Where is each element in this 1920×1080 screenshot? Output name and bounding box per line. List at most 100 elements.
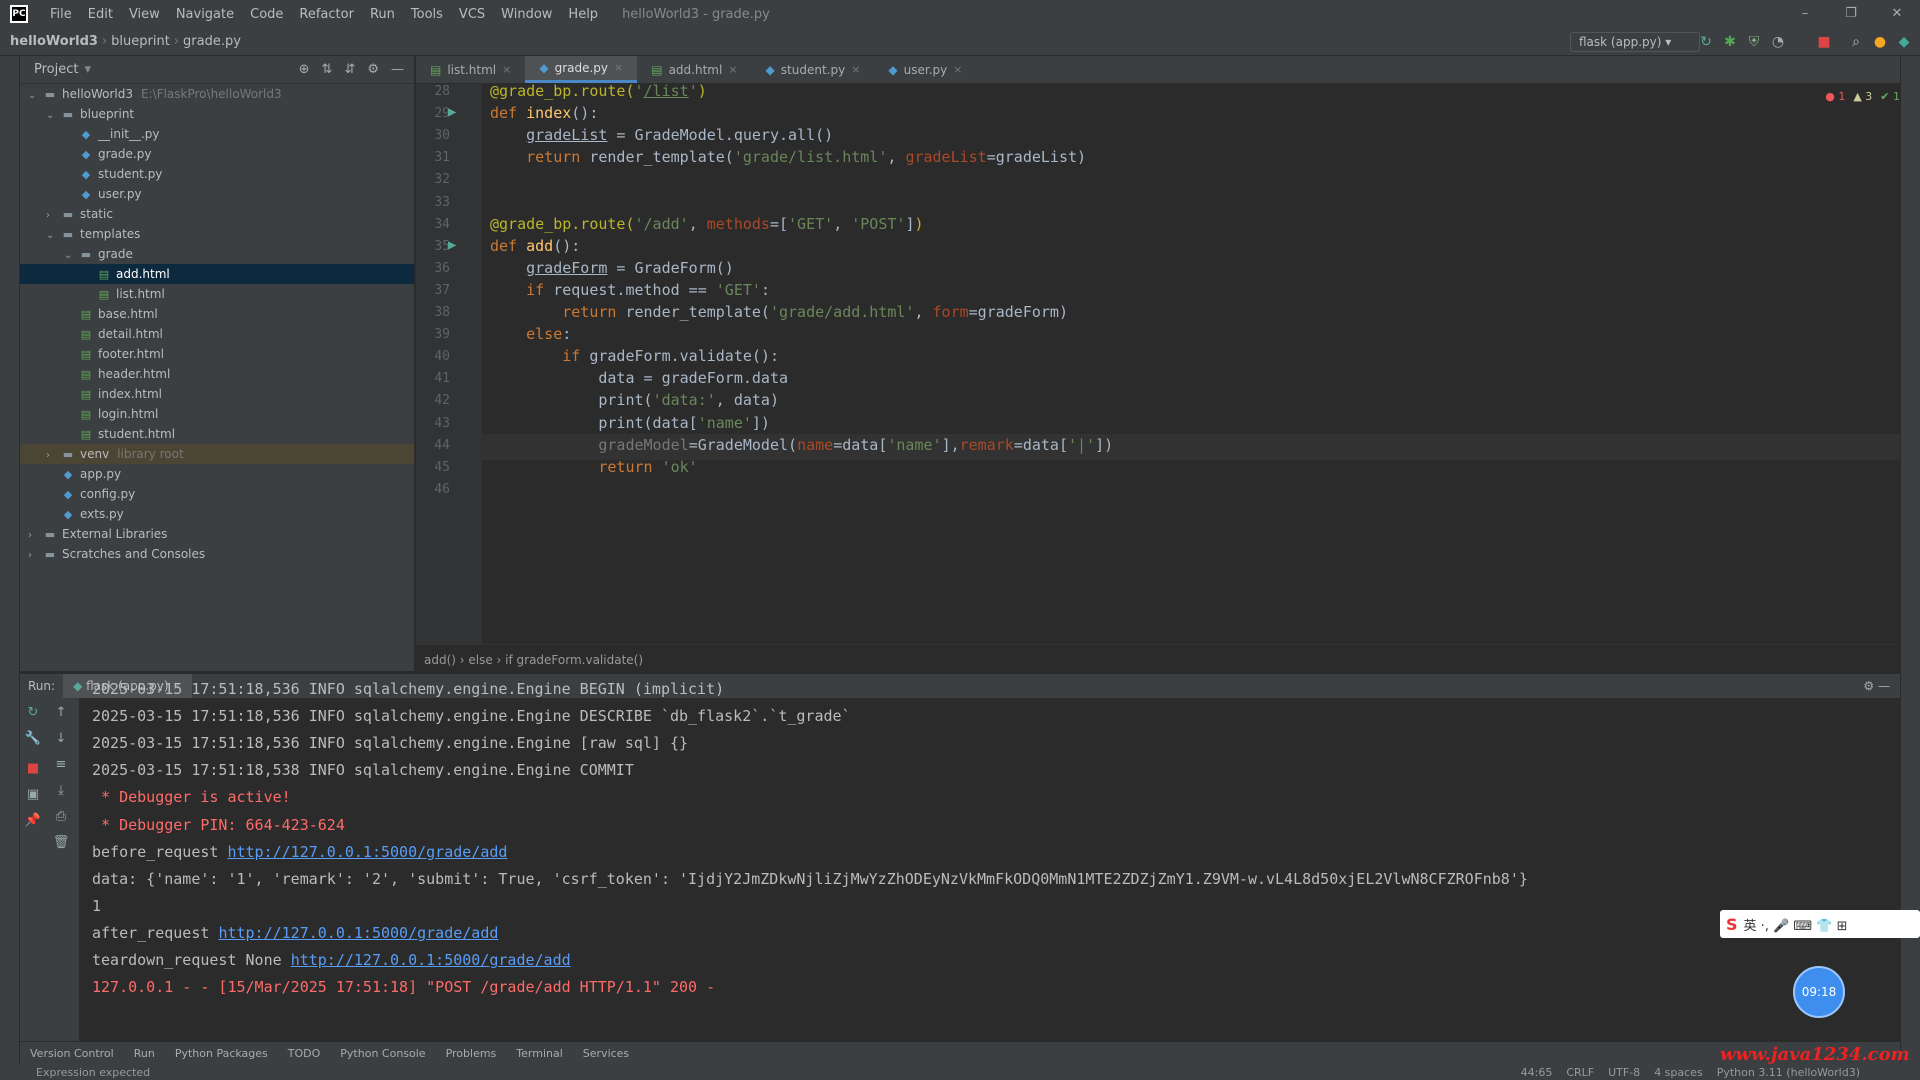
tool-tab-run[interactable]: Run xyxy=(124,1042,165,1065)
gear-icon[interactable]: ⚙ — xyxy=(1863,674,1900,698)
inspection-widget[interactable]: ● 1 ▲ 3 ✔ 1 xyxy=(1825,90,1900,103)
coverage-icon[interactable]: ⛨ xyxy=(1746,34,1762,50)
console-link[interactable]: http://127.0.0.1:5000/grade/add xyxy=(291,951,571,969)
debug-icon[interactable]: ✱ xyxy=(1722,34,1738,50)
stop-icon[interactable]: ■ xyxy=(1816,34,1832,50)
locate-icon[interactable]: ⊕ xyxy=(299,62,310,77)
tab-user-py[interactable]: ◆ user.py × xyxy=(874,56,976,83)
tree-item[interactable]: ▤ detail.html xyxy=(20,324,414,344)
menu-item-navigate[interactable]: Navigate xyxy=(168,7,242,22)
run-gutter-icon[interactable]: ▶ xyxy=(448,237,456,253)
indent-setting[interactable]: 4 spaces xyxy=(1654,1065,1703,1080)
breadcrumb-file[interactable]: grade.py xyxy=(179,34,245,49)
profile-icon[interactable]: ◔ xyxy=(1770,34,1786,50)
menu-item-tools[interactable]: Tools xyxy=(403,7,451,22)
close-icon[interactable]: × xyxy=(502,56,511,84)
tree-item[interactable]: ▤ index.html xyxy=(20,384,414,404)
console-link[interactable]: http://127.0.0.1:5000/grade/add xyxy=(227,843,507,861)
chevron-icon[interactable]: ⌄ xyxy=(64,246,78,266)
tree-item[interactable]: ◆ student.py xyxy=(20,164,414,184)
maximize-icon[interactable]: ❐ xyxy=(1828,0,1874,28)
menu-item-vcs[interactable]: VCS xyxy=(451,7,493,22)
run-gutter-icon[interactable]: ▶ xyxy=(448,104,456,120)
close-icon[interactable]: × xyxy=(614,54,623,82)
menu-item-file[interactable]: File xyxy=(42,7,80,22)
ime-mode-icon[interactable]: 英 ·, 🎤 ⌨ 👕 ⊞ xyxy=(1744,915,1848,934)
tool-tab-version-control[interactable]: Version Control xyxy=(20,1042,124,1065)
tab-student-py[interactable]: ◆ student.py × xyxy=(752,56,875,83)
tree-item[interactable]: ⌄ ▬ blueprint xyxy=(20,104,414,124)
run-configuration-select[interactable]: flask (app.py) ▾ xyxy=(1570,32,1700,52)
updates-icon[interactable]: ● xyxy=(1872,34,1888,50)
tree-item[interactable]: ▤ student.html xyxy=(20,424,414,444)
scroll-end-icon[interactable]: ⤓ xyxy=(52,782,70,800)
tree-item[interactable]: ▤ footer.html xyxy=(20,344,414,364)
camera-icon[interactable]: ▣ xyxy=(24,786,42,804)
search-icon[interactable]: ⌕ xyxy=(1848,34,1864,50)
menu-item-edit[interactable]: Edit xyxy=(80,7,121,22)
tree-item[interactable]: › ▬ Scratches and Consoles xyxy=(20,544,414,564)
chevron-icon[interactable]: ⌄ xyxy=(46,106,60,126)
tool-tab-python-console[interactable]: Python Console xyxy=(330,1042,435,1065)
console-link[interactable]: http://127.0.0.1:5000/grade/add xyxy=(218,924,498,942)
file-encoding[interactable]: UTF-8 xyxy=(1608,1065,1640,1080)
rerun-icon[interactable]: ↻ xyxy=(1698,34,1714,50)
tree-item[interactable]: ▤ login.html xyxy=(20,404,414,424)
tool-tab-terminal[interactable]: Terminal xyxy=(506,1042,573,1065)
tab-list-html[interactable]: ▤ list.html × xyxy=(416,56,525,83)
tree-item[interactable]: ◆ app.py xyxy=(20,464,414,484)
tree-item[interactable]: ◆ user.py xyxy=(20,184,414,204)
arrow-down-icon[interactable]: ↓ xyxy=(52,730,70,748)
gear-icon[interactable]: ⚙ xyxy=(367,62,379,77)
hide-icon[interactable]: — xyxy=(391,62,404,77)
tree-item[interactable]: ◆ config.py xyxy=(20,484,414,504)
trash-icon[interactable]: 🗑 xyxy=(52,834,70,852)
rerun-icon[interactable]: ↻ xyxy=(24,704,42,722)
tree-item[interactable]: ⌄ ▬ helloWorld3 E:\FlaskPro\helloWorld3 xyxy=(20,84,414,104)
close-icon[interactable]: × xyxy=(851,56,860,84)
tree-item[interactable]: ▤ header.html xyxy=(20,364,414,384)
code-editor[interactable]: 28 @grade_bp.route('/list') 29 def index():… xyxy=(416,82,1900,644)
editor-breadcrumb[interactable]: add() › else › if gradeForm.validate() xyxy=(416,644,1900,674)
tree-item[interactable]: ▤ list.html xyxy=(20,284,414,304)
tree-item[interactable]: › ▬ External Libraries xyxy=(20,524,414,544)
chevron-icon[interactable]: ⌄ xyxy=(46,226,60,246)
tab-add-html[interactable]: ▤ add.html × xyxy=(637,56,751,83)
minimize-icon[interactable]: – xyxy=(1782,0,1828,28)
menu-item-help[interactable]: Help xyxy=(560,7,606,22)
chevron-icon[interactable]: › xyxy=(46,446,60,466)
plugin-icon[interactable]: ◆ xyxy=(1896,34,1912,50)
tree-item[interactable]: ◆ exts.py xyxy=(20,504,414,524)
expand-all-icon[interactable]: ⇅ xyxy=(322,62,333,77)
tree-item[interactable]: ▤ base.html xyxy=(20,304,414,324)
close-icon[interactable]: × xyxy=(953,56,962,84)
tab-grade-py[interactable]: ◆ grade.py × xyxy=(525,54,638,83)
tree-item[interactable]: ◆ __init__.py xyxy=(20,124,414,144)
chevron-down-icon[interactable]: ▾ xyxy=(84,62,91,77)
tool-tab-python-packages[interactable]: Python Packages xyxy=(165,1042,278,1065)
run-console[interactable]: 2025-03-15 17:51:18,536 INFO sqlalchemy.… xyxy=(80,680,1900,1048)
chevron-icon[interactable]: › xyxy=(28,546,42,566)
tool-tab-services[interactable]: Services xyxy=(573,1042,639,1065)
menu-item-run[interactable]: Run xyxy=(362,7,403,22)
project-view-select[interactable]: Project xyxy=(34,62,78,77)
tree-item[interactable]: ⌄ ▬ grade xyxy=(20,244,414,264)
menu-item-refactor[interactable]: Refactor xyxy=(291,7,362,22)
tree-item[interactable]: ◆ grade.py xyxy=(20,144,414,164)
wrench-icon[interactable]: 🔧 xyxy=(24,730,42,748)
tree-item[interactable]: ⌄ ▬ templates xyxy=(20,224,414,244)
tree-item[interactable]: › ▬ venv library root xyxy=(20,444,414,464)
python-interpreter[interactable]: Python 3.11 (helloWorld3) xyxy=(1717,1065,1860,1080)
tree-item[interactable]: ▤ add.html xyxy=(20,264,414,284)
breadcrumb-project[interactable]: helloWorld3 xyxy=(0,34,102,49)
menu-item-window[interactable]: Window xyxy=(493,7,560,22)
line-separator[interactable]: CRLF xyxy=(1566,1065,1594,1080)
close-icon[interactable]: ✕ xyxy=(1874,0,1920,28)
print-icon[interactable]: ⎙ xyxy=(52,808,70,826)
chevron-icon[interactable]: › xyxy=(46,206,60,226)
tool-tab-todo[interactable]: TODO xyxy=(278,1042,331,1065)
chevron-icon[interactable]: ⌄ xyxy=(28,86,42,106)
arrow-up-icon[interactable]: ↑ xyxy=(52,704,70,722)
caret-position[interactable]: 44:65 xyxy=(1521,1065,1553,1080)
menu-item-view[interactable]: View xyxy=(121,7,168,22)
